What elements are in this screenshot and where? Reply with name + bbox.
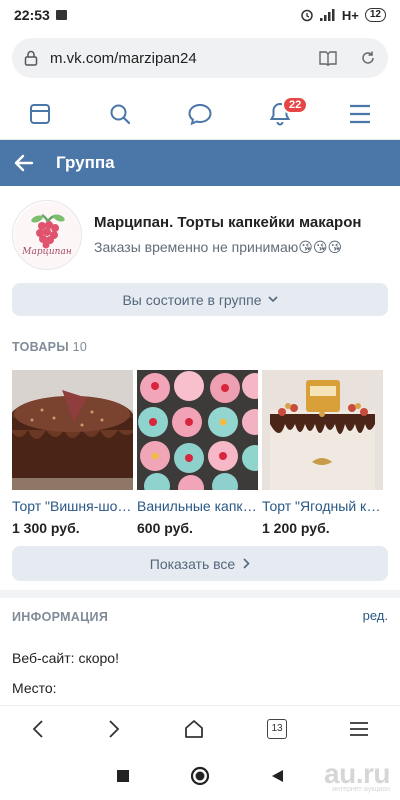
website-label: Веб-сайт: — [12, 650, 75, 666]
browser-menu-icon[interactable] — [349, 721, 369, 737]
show-all-products-button[interactable]: Показать все — [12, 546, 388, 581]
alarm-icon — [301, 9, 313, 22]
product-price: 600 руб. — [137, 520, 193, 536]
home-icon[interactable] — [183, 718, 205, 740]
newsfeed-icon — [30, 103, 50, 124]
section-divider — [0, 590, 400, 598]
place-label: Место: — [12, 680, 57, 696]
reader-mode-icon[interactable] — [318, 50, 338, 66]
system-home-icon[interactable] — [190, 766, 210, 786]
group-status: Заказы временно не принимаю😘😘😘 — [94, 239, 343, 255]
products-title: ТОВАРЫ — [12, 340, 69, 354]
network-type: H+ — [341, 7, 359, 23]
forward-icon[interactable] — [107, 719, 121, 739]
products-section-title[interactable]: ТОВАРЫ 10 — [12, 340, 87, 354]
products-count: 10 — [72, 340, 88, 354]
clock: 22:53 — [14, 7, 50, 23]
notifications-tab[interactable]: 22 — [260, 94, 309, 134]
group-avatar[interactable]: Марципан — [12, 200, 82, 270]
recents-icon[interactable] — [116, 769, 130, 783]
hamburger-menu-icon — [350, 104, 370, 123]
product-name[interactable]: Ванильные капкейки — [137, 498, 258, 514]
search-icon — [110, 104, 131, 124]
status-bar: 22:53 H+ 12 — [0, 0, 400, 30]
lock-icon — [24, 50, 38, 66]
address-bar[interactable]: m.vk.com/marzipan24 — [12, 38, 388, 78]
edit-info-link[interactable]: ред. — [363, 608, 388, 623]
group-name: Марципан. Торты капкейки макарон — [94, 214, 362, 231]
page-title: Группа — [56, 153, 115, 172]
product-image-berry-cake[interactable] — [262, 370, 383, 490]
chevron-right-icon — [243, 558, 250, 569]
watermark-tagline: интернет-аукцион — [332, 786, 390, 793]
website-value: скоро! — [78, 650, 119, 666]
products-list: Торт "Вишня-шоколад" 1 300 руб. Ванильны… — [12, 370, 400, 536]
messages-tab[interactable] — [180, 94, 220, 134]
product-image-cupcakes[interactable] — [137, 370, 258, 490]
place-row: Место: — [12, 680, 57, 696]
product-price: 1 200 руб. — [262, 520, 330, 536]
chevron-down-icon — [267, 296, 278, 303]
logo-text: Марципан — [22, 247, 72, 257]
url-text[interactable]: m.vk.com/marzipan24 — [50, 50, 318, 67]
news-tab[interactable] — [20, 94, 60, 134]
show-all-label: Показать все — [149, 555, 236, 572]
notification-badge: 22 — [282, 95, 309, 114]
message-bubble-icon — [188, 103, 212, 125]
website-row: Веб-сайт: скоро! — [12, 650, 119, 666]
back-arrow-icon[interactable] — [14, 154, 34, 172]
raspberry-logo-icon — [14, 202, 81, 269]
signal-icon — [319, 9, 335, 21]
page-header: Группа — [0, 140, 400, 186]
browser-toolbar: 13 — [0, 705, 400, 751]
product-price: 1 300 руб. — [12, 520, 80, 536]
battery-icon: 12 — [364, 8, 386, 22]
menu-tab[interactable] — [340, 94, 380, 134]
info-section-title: ИНФОРМАЦИЯ — [12, 610, 109, 624]
product-image-chocolate-cake[interactable] — [12, 370, 133, 490]
group-info: Марципан Марципан. Торты капкейки макаро… — [12, 200, 392, 270]
system-back-icon[interactable] — [270, 769, 284, 783]
reload-icon[interactable] — [360, 50, 376, 66]
product-card[interactable]: Ванильные капкейки 600 руб. — [137, 370, 258, 536]
notification-icon — [55, 10, 67, 20]
product-name[interactable]: Торт "Ягодный каприз" — [262, 498, 383, 514]
back-icon[interactable] — [31, 719, 45, 739]
product-name[interactable]: Торт "Вишня-шоколад" — [12, 498, 133, 514]
search-tab[interactable] — [100, 94, 140, 134]
membership-button[interactable]: Вы состоите в группе — [12, 283, 388, 316]
tabs-button[interactable]: 13 — [267, 718, 287, 739]
membership-label: Вы состоите в группе — [122, 291, 262, 308]
product-card[interactable]: Торт "Вишня-шоколад" 1 300 руб. — [12, 370, 133, 536]
vk-navigation: 22 — [0, 88, 400, 140]
product-card[interactable]: Торт "Ягодный каприз" 1 200 руб. — [262, 370, 383, 536]
watermark: au.ru интернет-аукцион — [324, 758, 390, 793]
